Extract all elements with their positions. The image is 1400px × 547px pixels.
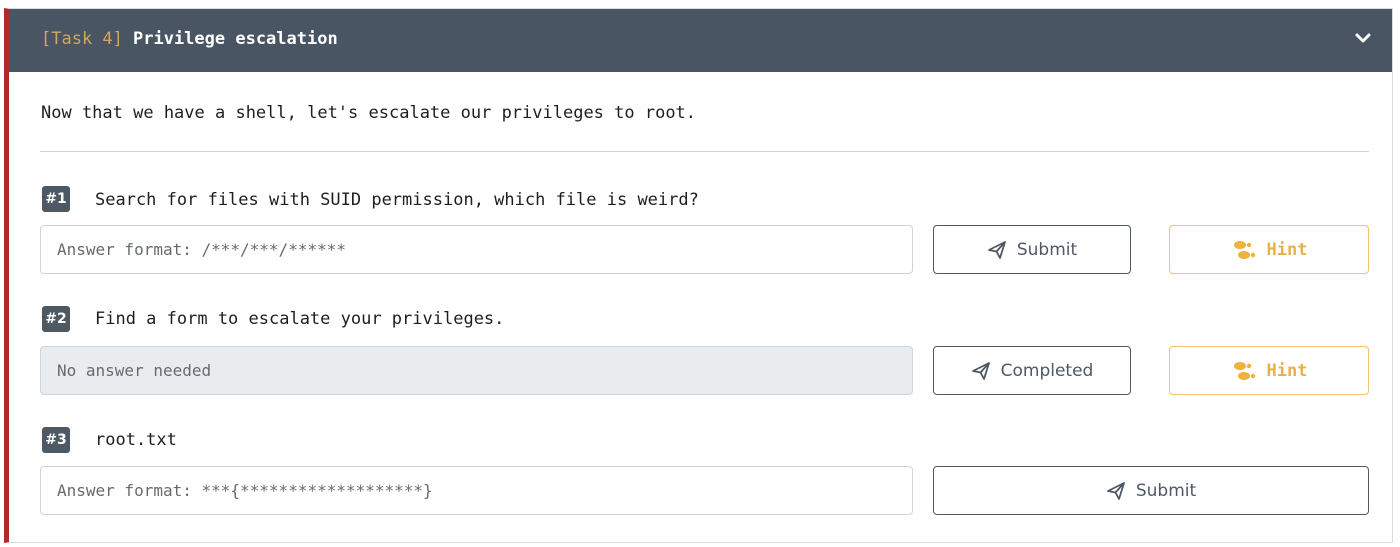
completed-label: Completed <box>1000 360 1094 381</box>
question-3-text: root.txt <box>95 430 177 450</box>
question-1-answer-input[interactable] <box>40 225 913 274</box>
question-3-badge: #3 <box>42 427 70 453</box>
question-1-badge: #1 <box>42 186 70 212</box>
paper-plane-icon <box>1106 481 1125 500</box>
paper-plane-icon <box>987 240 1006 259</box>
question-2-badge: #2 <box>42 306 70 332</box>
footsteps-icon <box>1233 361 1255 380</box>
chevron-down-icon[interactable] <box>1350 25 1376 51</box>
footsteps-icon <box>1233 240 1255 259</box>
question-2-hint-button[interactable]: Hint <box>1169 346 1369 395</box>
task-header[interactable]: [Task 4] Privilege escalation <box>9 9 1392 72</box>
question-1-hint-button[interactable]: Hint <box>1169 225 1369 274</box>
task-tag: [Task 4] <box>41 29 123 49</box>
task-title: Privilege escalation <box>133 29 338 49</box>
question-3-answer-input[interactable] <box>40 466 913 515</box>
question-1-submit-button[interactable]: Submit <box>933 225 1131 274</box>
question-3-submit-button[interactable]: Submit <box>933 466 1369 515</box>
task-card: [Task 4] Privilege escalation Now that w… <box>4 8 1393 543</box>
question-2-answer-input <box>40 346 913 395</box>
paper-plane-icon <box>971 361 990 380</box>
question-2-text: Find a form to escalate your privileges. <box>95 309 505 329</box>
hint-label: Hint <box>1266 239 1308 260</box>
hint-label: Hint <box>1266 360 1308 381</box>
submit-label: Submit <box>1135 480 1197 501</box>
task-intro: Now that we have a shell, let's escalate… <box>41 103 697 123</box>
submit-label: Submit <box>1016 239 1078 260</box>
question-1-text: Search for files with SUID permission, w… <box>95 190 699 210</box>
divider <box>40 151 1369 152</box>
question-2-completed-button[interactable]: Completed <box>933 346 1131 395</box>
